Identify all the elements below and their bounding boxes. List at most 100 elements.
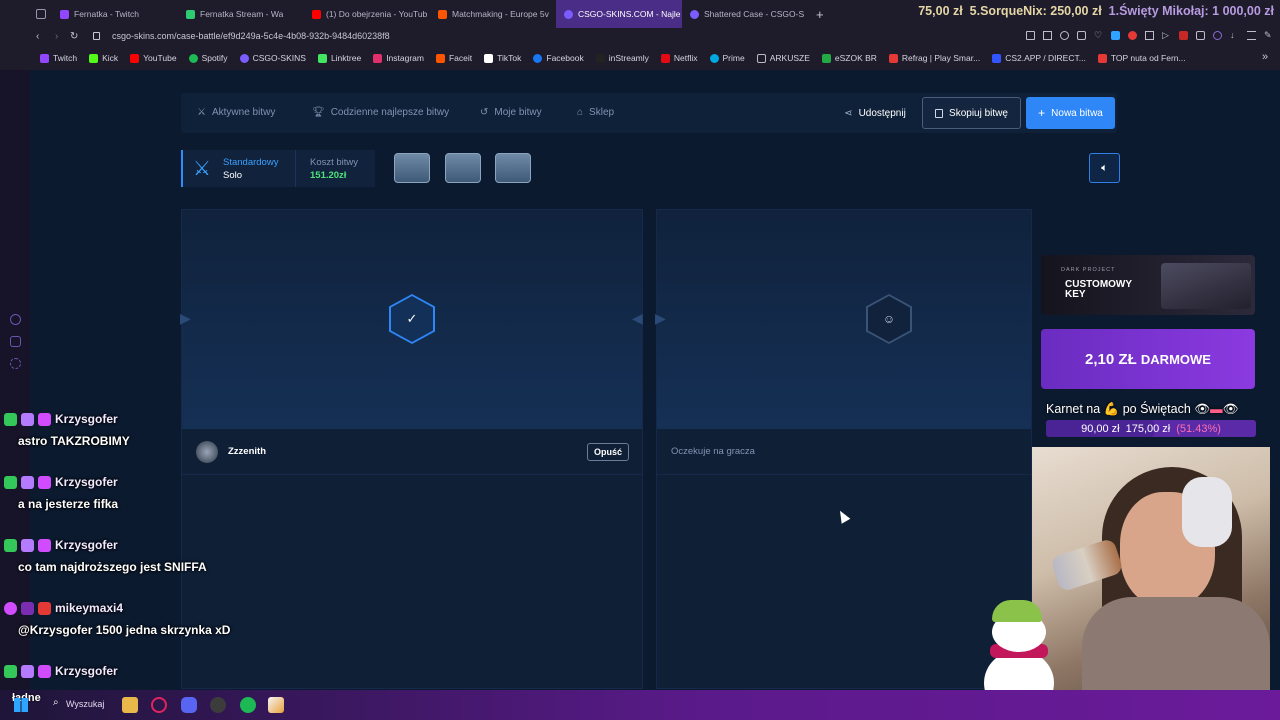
pencil-icon[interactable]: ✎ bbox=[1264, 31, 1273, 40]
avatar bbox=[196, 440, 218, 463]
copy-icon bbox=[935, 108, 944, 118]
bookmarks-bar: Twitch Kick YouTube Spotify CSGO-SKINS L… bbox=[0, 46, 1280, 70]
bookmark-facebook[interactable]: Facebook bbox=[527, 53, 589, 63]
windows-start-icon[interactable] bbox=[14, 698, 28, 712]
sound-toggle-button[interactable]: 🔈︎ bbox=[1089, 153, 1120, 183]
bookmark-prime[interactable]: Prime bbox=[704, 53, 751, 63]
bookmark-instreamly[interactable]: inStreamly bbox=[590, 53, 655, 63]
tab-wa[interactable]: Fernatka Stream - Wa bbox=[178, 0, 304, 28]
bookmark-tiktok[interactable]: TikTok bbox=[478, 53, 527, 63]
screenshot-icon[interactable] bbox=[1043, 31, 1052, 40]
tab-faceit[interactable]: Matchmaking - Europe 5v bbox=[430, 0, 556, 28]
workspaces-icon[interactable] bbox=[36, 9, 46, 19]
nav-shop[interactable]: ⌂ Sklep bbox=[577, 107, 614, 118]
taskbar-search[interactable]: Wyszukaj bbox=[66, 699, 104, 709]
bookmark-twitch[interactable]: Twitch bbox=[34, 53, 83, 63]
discord-icon[interactable] bbox=[181, 697, 197, 713]
bookmark-spotify[interactable]: Spotify bbox=[183, 53, 234, 63]
case-thumbnail[interactable] bbox=[445, 153, 481, 183]
url-field[interactable]: csgo-skins.com/case-battle/ef9d249a-5c4e… bbox=[112, 31, 390, 41]
spotify-icon bbox=[188, 53, 198, 63]
bookmark-cs2app[interactable]: CS2.APP / DIRECT... bbox=[986, 53, 1092, 63]
bookmark-eszok[interactable]: eSZOK BR bbox=[816, 53, 883, 63]
folder-icon bbox=[756, 53, 766, 63]
cost-divider bbox=[295, 150, 296, 187]
bookmark-youtube[interactable]: YouTube bbox=[124, 53, 182, 63]
eszok-icon bbox=[821, 53, 831, 63]
eye-icon: 👁 bbox=[1222, 402, 1239, 416]
download-icon[interactable]: ↓ bbox=[1230, 31, 1239, 40]
record-icon[interactable] bbox=[1128, 31, 1137, 40]
netflix-icon bbox=[660, 53, 670, 63]
play-icon[interactable]: ▷ bbox=[1162, 31, 1171, 40]
share-button[interactable]: ⋖ Udostępnij bbox=[835, 97, 915, 129]
slot-header: ☺ ▶ bbox=[655, 210, 1031, 429]
translate-icon[interactable] bbox=[1111, 31, 1120, 40]
new-battle-button[interactable]: + Nowa bitwa bbox=[1026, 97, 1115, 129]
case-thumbnail[interactable] bbox=[394, 153, 430, 183]
extension-icon[interactable] bbox=[1145, 31, 1154, 40]
ublock-icon[interactable] bbox=[1179, 31, 1188, 40]
lines-icon[interactable] bbox=[1247, 31, 1256, 40]
puzzle-icon[interactable] bbox=[1196, 31, 1205, 40]
refrag-icon bbox=[888, 53, 898, 63]
spotify-icon[interactable] bbox=[240, 697, 256, 713]
copy-battle-button[interactable]: Skopiuj bitwę bbox=[922, 97, 1021, 129]
history-icon[interactable] bbox=[10, 314, 21, 325]
tab-shattered-case[interactable]: Shattered Case - CSGO-S bbox=[682, 0, 808, 28]
mode-label: Standardowy bbox=[223, 157, 279, 168]
csgo-skins-icon bbox=[690, 9, 699, 19]
chat-message: Krzysgofer astro TAKZROBIMY bbox=[4, 412, 130, 448]
verified-icon bbox=[4, 475, 17, 489]
bookmark-netflix[interactable]: Netflix bbox=[655, 53, 704, 63]
csgo-skins-icon bbox=[239, 53, 249, 63]
cs2app-icon bbox=[992, 53, 1002, 63]
promo-banner-free: 2,10 ZŁ DARMOWE bbox=[1041, 329, 1255, 389]
profile-icon[interactable] bbox=[1213, 31, 1222, 40]
bookmark-top-nuta[interactable]: TOP nuta od Fern... bbox=[1092, 53, 1192, 63]
plus-icon: + bbox=[816, 6, 824, 22]
gem-icon bbox=[38, 475, 51, 489]
bookmark-instagram[interactable]: Instagram bbox=[367, 53, 430, 63]
bookmark-csgo-skins[interactable]: CSGO-SKINS bbox=[234, 53, 312, 63]
settings-icon[interactable] bbox=[10, 358, 21, 369]
opera-icon[interactable] bbox=[151, 697, 167, 713]
player-row: Zzzenith Opuść bbox=[182, 429, 642, 475]
history-icon: ↺ bbox=[480, 107, 489, 118]
arrow-right-icon: ◀ bbox=[632, 310, 643, 326]
bookmark-icon[interactable] bbox=[1026, 31, 1035, 40]
sub-badge-icon bbox=[21, 475, 34, 489]
tab-csgo-skins[interactable]: CSGO-SKINS.COM - Najle bbox=[556, 0, 682, 28]
app-icon[interactable] bbox=[268, 697, 284, 713]
goal-title: Karnet na 💪 po Świętach 👁▬👁 bbox=[1046, 402, 1239, 416]
swords-icon: ⚔ bbox=[197, 107, 206, 118]
tab-twitch[interactable]: Fernatka - Twitch bbox=[52, 0, 178, 28]
extensions-icon[interactable] bbox=[10, 336, 21, 347]
faceit-icon bbox=[435, 53, 445, 63]
tab-youtube[interactable]: (1) Do obejrzenia - YouTub bbox=[304, 0, 430, 28]
shield-icon[interactable] bbox=[1060, 31, 1069, 40]
browser-sidebar bbox=[0, 0, 30, 690]
obs-icon[interactable] bbox=[210, 697, 226, 713]
back-icon[interactable]: ‹ bbox=[36, 31, 39, 42]
wallet-icon[interactable] bbox=[1077, 31, 1086, 40]
nav-active-battles[interactable]: ⚔ Aktywne bitwy bbox=[197, 107, 275, 118]
bookmarks-overflow-icon[interactable]: » bbox=[1262, 51, 1268, 63]
reload-icon[interactable]: ↻ bbox=[70, 31, 78, 42]
bookmark-kick[interactable]: Kick bbox=[83, 53, 124, 63]
twitch-icon bbox=[60, 9, 69, 19]
player-name: Zzzenith bbox=[228, 446, 266, 457]
nav-my-battles[interactable]: ↺ Moje bitwy bbox=[480, 107, 542, 118]
leave-button[interactable]: Opuść bbox=[586, 442, 629, 461]
file-explorer-icon[interactable] bbox=[122, 697, 138, 713]
bookmark-linktree[interactable]: Linktree bbox=[312, 53, 367, 63]
nav-daily-best[interactable]: 🏆︎ Codzienne najlepsze bitwy bbox=[312, 107, 449, 118]
heart-icon[interactable]: ♡ bbox=[1094, 31, 1103, 40]
chat-username: Krzysgofer bbox=[55, 538, 118, 552]
bookmark-arkusze[interactable]: ARKUSZE bbox=[751, 53, 816, 63]
new-tab-button[interactable]: + bbox=[808, 0, 832, 28]
forward-icon[interactable]: › bbox=[55, 31, 58, 42]
case-thumbnail[interactable] bbox=[495, 153, 531, 183]
bookmark-refrag[interactable]: Refrag | Play Smar... bbox=[883, 53, 986, 63]
bookmark-faceit[interactable]: Faceit bbox=[430, 53, 478, 63]
